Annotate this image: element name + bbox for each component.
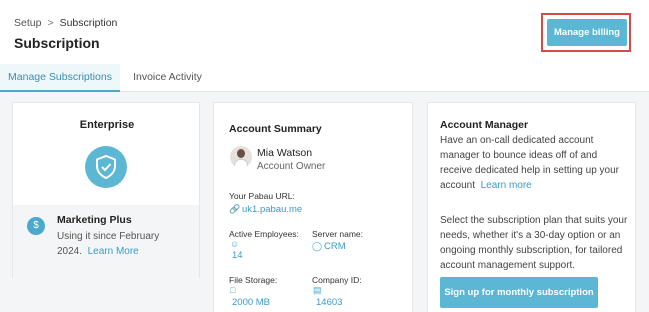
tab-invoice-activity[interactable]: Invoice Activity [120, 64, 215, 92]
id-card-icon: ▤ [313, 285, 322, 295]
owner-role: Account Owner [257, 161, 326, 172]
shield-icon: ◯ [312, 241, 323, 251]
storage-value: 2000 MB [232, 297, 271, 308]
breadcrumb-separator: > [47, 17, 54, 29]
tab-manage-subscriptions[interactable]: Manage Subscriptions [0, 64, 120, 92]
server-value: CRM [324, 241, 346, 252]
server-label: Server name: [312, 229, 364, 239]
breadcrumb: Setup > Subscription [14, 17, 117, 29]
addon-title: Marketing Plus [57, 214, 132, 226]
breadcrumb-setup[interactable]: Setup [14, 17, 41, 29]
account-summary-card: Account Summary Mia Watson Account Owner… [213, 102, 413, 312]
account-manager-card: Account Manager Have an on-call dedicate… [427, 102, 636, 312]
manager-learn-more-link[interactable]: Learn more [481, 180, 532, 191]
page-title: Subscription [14, 35, 100, 51]
pabau-url-link[interactable]: uk1.pabau.me [242, 204, 302, 215]
manager-plan-text: Select the subscription plan that suits … [440, 215, 628, 271]
url-label: Your Pabau URL: [229, 191, 295, 201]
main-content: Enterprise $ Marketing Plus Using it sin… [0, 92, 649, 312]
dollar-icon: $ [27, 217, 45, 235]
monthly-subscription-button[interactable]: Sign up for monthly subscription [440, 277, 598, 308]
file-icon: □ [230, 285, 236, 295]
summary-title: Account Summary [229, 123, 322, 135]
link-icon: 🔗 [229, 204, 241, 214]
manage-billing-button[interactable]: Manage billing [547, 19, 627, 46]
storage-label: File Storage: [229, 275, 278, 285]
page-header: Setup > Subscription Subscription Manage b… [0, 0, 649, 64]
addon-learn-more-link[interactable]: Learn More [88, 246, 139, 257]
addon-panel: $ Marketing Plus Using it since February… [13, 205, 199, 278]
manager-intro: Have an on-call dedicated account manage… [440, 133, 630, 193]
manager-title: Account Manager [440, 119, 529, 131]
plan-name: Enterprise [79, 119, 135, 131]
breadcrumb-current: Subscription [59, 17, 118, 29]
company-id-value: 14603 [316, 297, 343, 308]
shield-check-icon [85, 146, 127, 188]
plan-card: Enterprise $ Marketing Plus Using it sin… [12, 102, 200, 278]
owner-name: Mia Watson [257, 147, 313, 159]
avatar [230, 146, 252, 168]
company-id-label: Company ID: [312, 275, 362, 285]
employees-label: Active Employees: [229, 229, 299, 239]
user-icon: ☺ [230, 239, 240, 249]
tab-bar: Manage Subscriptions Invoice Activity [0, 64, 649, 92]
addon-description: Using it since February 2024. Learn More [57, 229, 187, 259]
employees-value: 14 [232, 250, 243, 261]
